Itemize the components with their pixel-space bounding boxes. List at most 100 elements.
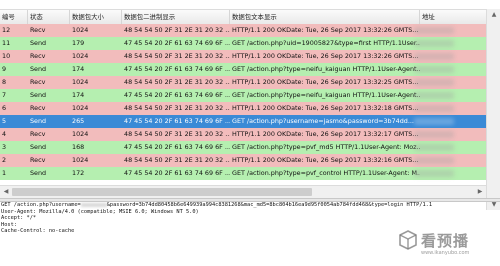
cell-size: 1024 [72, 130, 89, 138]
cell-hex: 48 54 54 50 2F 31 2E 31 20 32 ... [124, 156, 230, 164]
cell-text: HTTP/1.1 200 OKDate: Tue, 26 Sep 2017 13… [232, 104, 419, 112]
watermark-text: 看预播 [421, 232, 470, 250]
watermark: 看预播 www.ikanyubo.com [398, 228, 494, 262]
cell-size: 265 [72, 117, 85, 125]
table-row[interactable]: 10 Recv 1024 48 54 54 50 2F 31 2E 31 20 … [0, 50, 486, 63]
cell-hex: 48 54 54 50 2F 31 2E 31 20 32 ... [124, 52, 230, 60]
cell-status: Recv [30, 130, 46, 138]
redacted-address [414, 79, 454, 86]
scroll-left-arrow-icon[interactable]: ◀ [0, 186, 12, 198]
cell-status: Recv [30, 156, 46, 164]
cell-hex: 47 45 54 20 2F 61 63 74 69 6F ... [124, 65, 230, 73]
table-row[interactable]: 7 Send 174 47 45 54 20 2F 61 63 74 69 6F… [0, 89, 486, 102]
column-header-id[interactable]: 编号 [0, 10, 28, 24]
scroll-right-arrow-icon[interactable]: ▶ [474, 186, 486, 198]
redacted-address [414, 170, 454, 177]
detail-request-prefix: GET /action.php?username= [1, 202, 81, 208]
table-header: 编号 状态 数据包大小 数据包二进制显示 数据包文本显示 地址 [0, 9, 486, 25]
cell-size: 1024 [72, 26, 89, 34]
cell-hex: 48 54 54 50 2F 31 2E 31 20 32 ... [124, 104, 230, 112]
cell-id: 8 [2, 78, 7, 86]
cell-size: 1024 [72, 156, 89, 164]
scroll-up-arrow-icon[interactable]: ▲ [487, 9, 500, 20]
column-header-address[interactable]: 地址 [420, 10, 486, 24]
redacted-address [414, 144, 454, 151]
cell-id: 1 [2, 169, 7, 177]
redacted-address [414, 66, 454, 73]
cell-size: 172 [72, 169, 85, 177]
cell-status: Send [30, 65, 47, 73]
cell-text: GET /action.php?type=pvf_md5 HTTP/1.1Use… [232, 143, 420, 151]
cell-id: 9 [2, 65, 7, 73]
cell-id: 7 [2, 91, 7, 99]
cell-text: HTTP/1.1 200 OKDate: Tue, 26 Sep 2017 13… [232, 130, 419, 138]
horizontal-scroll-thumb[interactable] [12, 188, 312, 196]
cell-hex: 47 45 54 20 2F 61 63 74 69 6F ... [124, 117, 230, 125]
cell-hex: 47 45 54 20 2F 61 63 74 69 6F ... [124, 91, 230, 99]
redacted-address [414, 105, 454, 112]
cell-text: GET /action.php?type=neifu_kaiguan HTTP/… [232, 65, 420, 73]
cell-size: 174 [72, 91, 85, 99]
cell-text: GET /action.php?uid=19005827&type=first … [232, 39, 420, 47]
cell-id: 2 [2, 156, 7, 164]
horizontal-scrollbar[interactable]: ◀ ▶ [0, 185, 486, 198]
cell-size: 1024 [72, 78, 89, 86]
cell-text: GET /action.php?type=pvf_control HTTP/1.… [232, 169, 420, 177]
redacted-address [414, 27, 454, 34]
cell-text: HTTP/1.1 200 OKDate: Tue, 26 Sep 2017 13… [232, 26, 419, 34]
table-row[interactable]: 3 Send 168 47 45 54 20 2F 61 63 74 69 6F… [0, 141, 486, 154]
vertical-scrollbar[interactable]: ▲ ▼ [486, 9, 500, 210]
redacted-address [414, 118, 454, 125]
cell-id: 12 [2, 26, 11, 34]
cell-id: 4 [2, 130, 7, 138]
column-header-text[interactable]: 数据包文本显示 [230, 10, 420, 24]
cell-id: 6 [2, 104, 7, 112]
cell-size: 1024 [72, 104, 89, 112]
cell-hex: 47 45 54 20 2F 61 63 74 69 6F ... [124, 143, 230, 151]
packet-capture-window: 编号 状态 数据包大小 数据包二进制显示 数据包文本显示 地址 12 Recv … [0, 0, 500, 266]
cell-hex: 47 45 54 20 2F 61 63 74 69 6F ... [124, 169, 230, 177]
cell-hex: 48 54 54 50 2F 31 2E 31 20 32 ... [124, 78, 230, 86]
cell-status: Recv [30, 78, 46, 86]
cell-text: GET /action.php?type=neifu_kaiguan HTTP/… [232, 91, 420, 99]
column-header-hex[interactable]: 数据包二进制显示 [122, 10, 230, 24]
column-header-size[interactable]: 数据包大小 [70, 10, 122, 24]
table-row[interactable]: 4 Recv 1024 48 54 54 50 2F 31 2E 31 20 3… [0, 128, 486, 141]
cell-hex: 47 45 54 20 2F 61 63 74 69 6F ... [124, 39, 230, 47]
cell-hex: 48 54 54 50 2F 31 2E 31 20 32 ... [124, 130, 230, 138]
detail-request-line: GET /action.php?username= &password=3b74d… [0, 202, 500, 209]
detail-accept: Accept: */* [1, 215, 37, 222]
table-row[interactable]: 6 Recv 1024 48 54 54 50 2F 31 2E 31 20 3… [0, 102, 486, 115]
cell-size: 1024 [72, 52, 89, 60]
cell-status: Send [30, 169, 47, 177]
cell-id: 5 [2, 117, 7, 125]
cube-logo-icon [399, 230, 417, 250]
cell-status: Recv [30, 26, 46, 34]
table-row[interactable]: 9 Send 174 47 45 54 20 2F 61 63 74 69 6F… [0, 63, 486, 76]
redacted-username [80, 202, 107, 207]
cell-status: Send [30, 143, 47, 151]
cell-id: 3 [2, 143, 7, 151]
cell-id: 11 [2, 39, 11, 47]
table-row[interactable]: 1 Send 172 47 45 54 20 2F 61 63 74 69 6F… [0, 167, 486, 180]
table-row[interactable]: 11 Send 179 47 45 54 20 2F 61 63 74 69 6… [0, 37, 486, 50]
cell-text: GET /action.php?username=jasmo&password=… [232, 117, 414, 125]
cell-size: 179 [72, 39, 85, 47]
cell-size: 174 [72, 65, 85, 73]
cell-hex: 48 54 54 50 2F 31 2E 31 20 32 ... [124, 26, 230, 34]
table-row[interactable]: 8 Recv 1024 48 54 54 50 2F 31 2E 31 20 3… [0, 76, 486, 89]
cell-status: Recv [30, 104, 46, 112]
cell-status: Send [30, 91, 47, 99]
cell-text: HTTP/1.1 200 OKDate: Tue, 26 Sep 2017 13… [232, 156, 419, 164]
column-header-status[interactable]: 状态 [28, 10, 70, 24]
redacted-address [414, 40, 454, 47]
table-row[interactable]: 5 Send 265 47 45 54 20 2F 61 63 74 69 6F… [0, 115, 486, 128]
watermark-url: www.ikanyubo.com [421, 250, 470, 256]
redacted-address [414, 157, 454, 164]
redacted-address [414, 131, 454, 138]
cell-id: 10 [2, 52, 11, 60]
redacted-address [414, 53, 454, 60]
cell-text: HTTP/1.1 200 OKDate: Tue, 26 Sep 2017 13… [232, 78, 419, 86]
table-row[interactable]: 2 Recv 1024 48 54 54 50 2F 31 2E 31 20 3… [0, 154, 486, 167]
table-row[interactable]: 12 Recv 1024 48 54 54 50 2F 31 2E 31 20 … [0, 24, 486, 37]
